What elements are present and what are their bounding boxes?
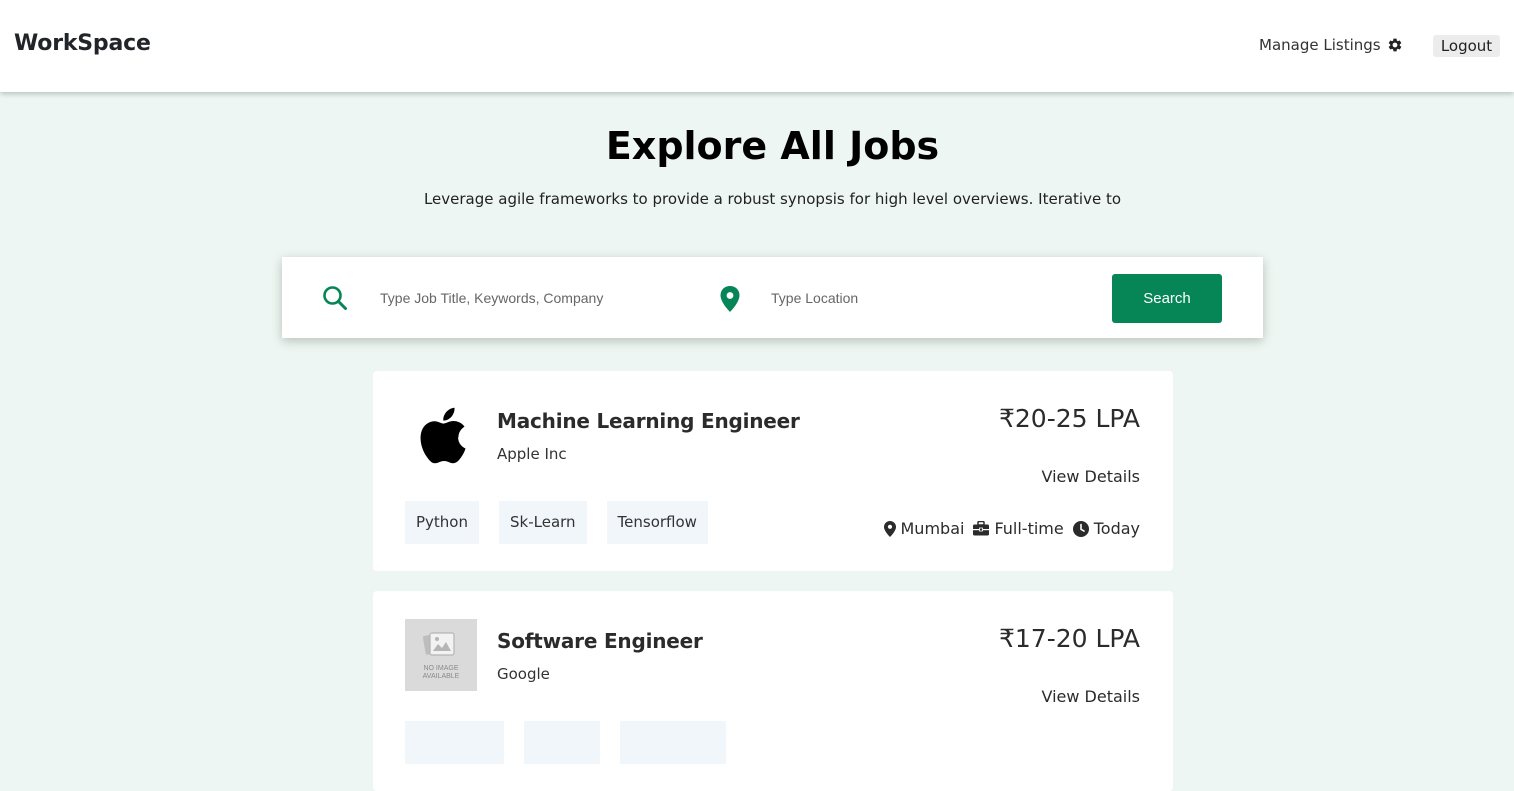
company-logo <box>405 399 477 471</box>
logout-button[interactable]: Logout <box>1433 35 1500 57</box>
location-input[interactable] <box>771 285 1071 311</box>
briefcase-icon <box>973 521 990 536</box>
page-subtitle: Leverage agile frameworks to provide a r… <box>423 190 1122 208</box>
company-logo: NO IMAGE AVAILABLE <box>405 619 477 691</box>
page-title: Explore All Jobs <box>605 124 940 168</box>
company-name: Apple Inc <box>497 445 567 463</box>
job-type: Full-time <box>973 519 1064 538</box>
manage-listings-label: Manage Listings <box>1259 36 1381 54</box>
job-search-input[interactable] <box>380 285 690 311</box>
job-location: Mumbai <box>883 519 965 538</box>
skill-tag: Sk-Learn <box>499 501 587 544</box>
salary: ₹20-25 LPA <box>998 404 1140 433</box>
job-posted-label: Today <box>1093 519 1140 538</box>
job-title[interactable]: Software Engineer <box>497 629 703 653</box>
gear-icon <box>1388 38 1401 52</box>
job-type-label: Full-time <box>994 519 1064 538</box>
view-details-link[interactable]: View Details <box>1041 687 1140 706</box>
skill-tag <box>620 721 726 764</box>
clock-icon <box>1072 520 1089 537</box>
job-posted: Today <box>1072 519 1140 538</box>
skill-tags: Python Sk-Learn Tensorflow <box>405 501 708 544</box>
job-title[interactable]: Machine Learning Engineer <box>497 409 800 433</box>
job-location-label: Mumbai <box>900 519 965 538</box>
navbar: WorkSpace Manage Listings Logout <box>0 0 1514 92</box>
no-image-line-1: NO IMAGE <box>423 665 458 672</box>
apple-logo-icon <box>420 407 466 464</box>
skill-tag: Tensorflow <box>606 501 708 544</box>
skill-tag <box>405 721 504 764</box>
skill-tag: Python <box>405 501 479 544</box>
map-pin-icon <box>720 286 740 312</box>
search-button[interactable]: Search <box>1112 274 1222 323</box>
search-icon <box>323 286 347 310</box>
job-card[interactable]: NO IMAGE AVAILABLE Software Engineer Goo… <box>373 591 1173 791</box>
company-name: Google <box>497 665 550 683</box>
job-meta: Mumbai Full-time Today <box>875 519 1140 538</box>
manage-listings-link[interactable]: Manage Listings <box>1259 36 1403 54</box>
skill-tag <box>524 721 600 764</box>
search-panel: Search <box>282 257 1263 338</box>
no-image-placeholder: NO IMAGE AVAILABLE <box>423 632 460 680</box>
map-marker-icon <box>883 520 896 537</box>
no-image-line-2: AVAILABLE <box>423 673 460 680</box>
salary: ₹17-20 LPA <box>998 624 1140 653</box>
skill-tags <box>405 721 726 764</box>
job-card[interactable]: Machine Learning Engineer Apple Inc ₹20-… <box>373 371 1173 571</box>
brand-logo[interactable]: WorkSpace <box>14 31 151 56</box>
view-details-link[interactable]: View Details <box>1041 467 1140 486</box>
